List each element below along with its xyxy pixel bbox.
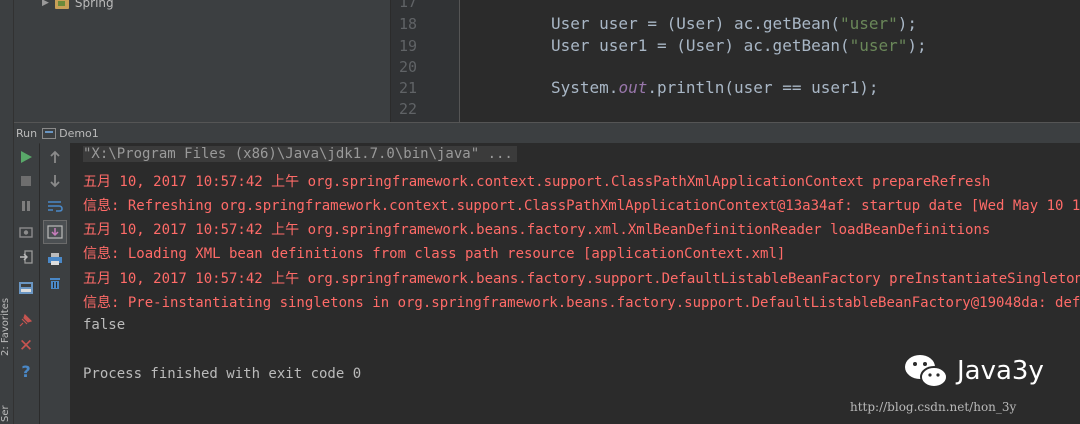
line-number: 17	[398, 0, 417, 11]
code-line-18: User user = (User) ac.getBean("user");	[551, 14, 918, 33]
run-tab-demo1[interactable]: Demo1	[59, 127, 99, 140]
console-line: 五月 10, 2017 10:57:42 上午 org.springframew…	[83, 271, 1080, 287]
soft-wrap-icon[interactable]	[44, 195, 66, 217]
stop-icon[interactable]	[15, 170, 37, 192]
wechat-icon	[905, 355, 948, 388]
console-line-exit: Process finished with exit code 0	[83, 366, 362, 382]
layout-icon[interactable]	[15, 277, 37, 299]
close-icon[interactable]: ✕	[15, 335, 37, 357]
left-tool-strip: 2: Favorites Ser	[0, 0, 14, 424]
line-number: 18	[398, 15, 417, 33]
line-number: 21	[398, 79, 417, 97]
line-number: 20	[398, 58, 417, 76]
run-window-header: Run Demo1	[14, 122, 1080, 144]
console-line: 五月 10, 2017 10:57:42 上午 org.springframew…	[83, 174, 991, 190]
exit-icon[interactable]	[15, 246, 37, 268]
tree-item-label: Spring	[74, 0, 114, 10]
line-number: 22	[398, 100, 417, 118]
trash-icon[interactable]	[44, 272, 66, 294]
expand-arrow-icon[interactable]: ▶	[42, 0, 49, 8]
project-panel: ▶ Spring	[14, 0, 391, 122]
line-number-gutter: 17 18 19 20 21 22	[391, 0, 460, 122]
module-folder-icon	[54, 0, 69, 9]
watermark-name: Java3y	[957, 356, 1044, 386]
code-line-19: User user1 = (User) ac.getBean("user");	[551, 36, 927, 55]
run-icon[interactable]	[15, 146, 37, 168]
camera-icon[interactable]	[15, 221, 37, 243]
run-toolbar-secondary	[40, 143, 71, 424]
tree-item-spring[interactable]: ▶ Spring	[42, 0, 114, 10]
watermark-url: http://blog.csdn.net/hon_3y	[850, 400, 1017, 414]
side-tab-other[interactable]: Ser	[0, 398, 12, 422]
up-arrow-icon[interactable]	[44, 146, 66, 168]
code-line-21: System.out.println(user == user1);	[551, 78, 879, 97]
console-line: 信息: Loading XML bean definitions from cl…	[83, 246, 786, 262]
console-line: 信息: Refreshing org.springframework.conte…	[83, 198, 1080, 214]
code-editor[interactable]: User user = (User) ac.getBean("user"); U…	[460, 0, 1080, 122]
help-icon[interactable]: ?	[15, 360, 37, 382]
pin-icon[interactable]	[15, 309, 37, 331]
run-toolbar-primary: ✕ ?	[14, 143, 39, 424]
watermark-logo: Java3y	[903, 352, 1044, 390]
console-line: 五月 10, 2017 10:57:42 上午 org.springframew…	[83, 222, 991, 238]
pause-icon[interactable]	[15, 195, 37, 217]
console-line-command: "X:\Program Files (x86)\Java\jdk1.7.0\bi…	[83, 146, 517, 162]
print-icon[interactable]	[44, 248, 66, 270]
scroll-to-end-icon[interactable]	[43, 220, 67, 244]
console-line-result: false	[83, 317, 126, 333]
run-config-icon	[42, 127, 57, 139]
run-window-label: Run	[16, 126, 38, 140]
console-line: 信息: Pre-instantiating singletons in org.…	[83, 295, 1080, 311]
line-number: 19	[398, 37, 417, 55]
down-arrow-icon[interactable]	[44, 170, 66, 192]
favorites-tab[interactable]: 2: Favorites	[0, 292, 12, 356]
